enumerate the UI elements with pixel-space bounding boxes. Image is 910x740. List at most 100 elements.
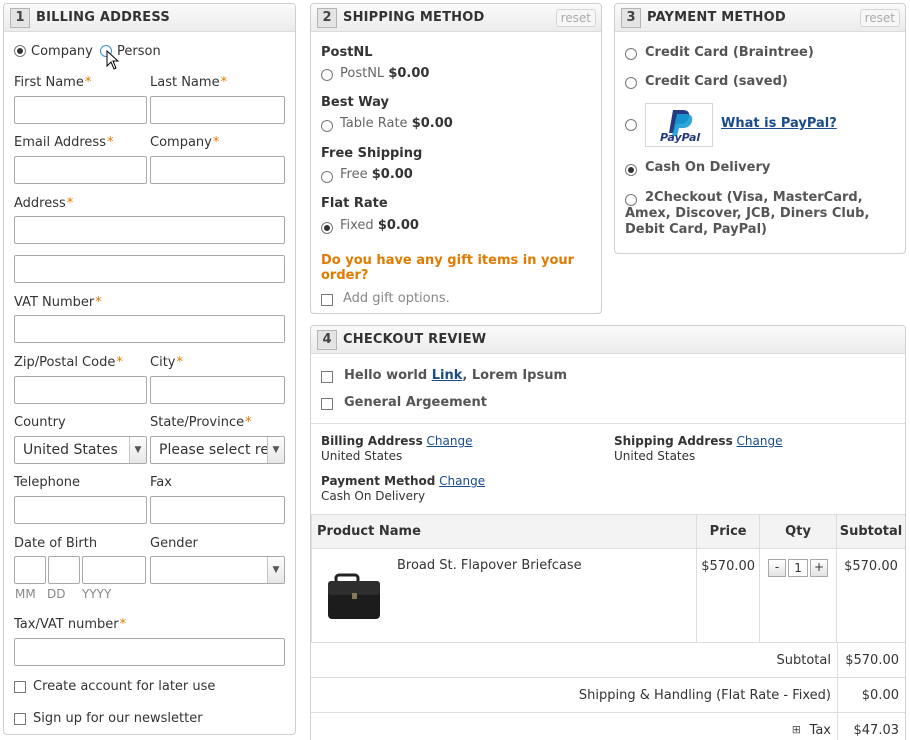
payment-radio-braintree[interactable] xyxy=(625,48,637,60)
first-name-input[interactable] xyxy=(14,96,147,124)
dob-day-input[interactable] xyxy=(48,556,80,584)
shipping-radio-tablerate[interactable] xyxy=(321,120,333,132)
col-qty: Qty xyxy=(759,514,837,549)
shipping-total-row: Shipping & Handling (Flat Rate - Fixed) … xyxy=(311,677,905,712)
dob-year-input[interactable] xyxy=(82,556,146,584)
step-number: 2 xyxy=(317,7,337,28)
country-label: Country xyxy=(14,415,66,430)
payment-summary-value: Cash On Delivery xyxy=(321,489,426,503)
carrier-title: PostNL xyxy=(321,45,373,60)
gender-select[interactable]: ▼ xyxy=(150,556,285,584)
item-price: $570.00 xyxy=(696,548,761,642)
shipping-radio-postnl[interactable] xyxy=(321,69,333,81)
gift-options-checkbox[interactable] xyxy=(321,294,333,306)
shipping-option-free[interactable]: Free $0.00 xyxy=(340,167,413,182)
what-is-paypal-link[interactable]: What is PayPal? xyxy=(721,116,837,131)
newsletter-label[interactable]: Sign up for our newsletter xyxy=(33,711,203,726)
tax-expand-icon[interactable]: ⊞ xyxy=(792,723,801,736)
state-label: State/Province* xyxy=(150,415,252,430)
change-billing-link[interactable]: Change xyxy=(427,434,473,448)
dob-month-input[interactable] xyxy=(14,556,46,584)
vat-number-input[interactable] xyxy=(14,315,285,343)
qty-decrease-button[interactable]: - xyxy=(768,559,787,577)
payment-radio-saved-card[interactable] xyxy=(625,77,637,89)
address-line1-input[interactable] xyxy=(14,216,285,244)
agreement-hello-checkbox[interactable] xyxy=(321,371,333,383)
carrier-title: Free Shipping xyxy=(321,146,423,161)
person-radio-label[interactable]: Person xyxy=(117,44,161,59)
panel-title: PAYMENT METHOD xyxy=(647,10,786,25)
email-label: Email Address* xyxy=(14,135,114,150)
dob-day-hint: DD xyxy=(47,587,66,601)
panel-title: BILLING ADDRESS xyxy=(36,10,170,25)
billing-summary-value: United States xyxy=(321,449,403,463)
subtotal-row: Subtotal $570.00 xyxy=(311,642,905,677)
checkout-review-panel: 4 CHECKOUT REVIEW Hello world Link, Lore… xyxy=(310,325,906,740)
fax-input[interactable] xyxy=(150,496,285,524)
panel-title: CHECKOUT REVIEW xyxy=(343,332,487,347)
subtotal-value: $570.00 xyxy=(845,653,899,668)
payment-option-saved-card[interactable]: Credit Card (saved) xyxy=(645,74,788,89)
col-product-name: Product Name xyxy=(311,514,698,549)
company-radio-label[interactable]: Company xyxy=(31,44,93,59)
item-qty-cell: -1 + xyxy=(759,548,837,642)
change-shipping-link[interactable]: Change xyxy=(737,434,783,448)
agreement-link[interactable]: Link xyxy=(432,368,463,383)
payment-summary: Payment Method Change Cash On Delivery xyxy=(321,474,486,503)
newsletter-checkbox[interactable] xyxy=(14,713,26,725)
carrier-title: Flat Rate xyxy=(321,196,388,211)
payment-option-braintree[interactable]: Credit Card (Braintree) xyxy=(645,45,814,60)
qty-increase-button[interactable]: + xyxy=(810,559,829,577)
shipping-radio-free[interactable] xyxy=(321,171,333,183)
general-agreement-checkbox[interactable] xyxy=(321,398,333,410)
qty-input[interactable]: 1 xyxy=(788,559,809,577)
payment-option-2checkout[interactable]: 2Checkout (Visa, MasterCard, Amex, Disco… xyxy=(625,190,893,238)
gift-options-label[interactable]: Add gift options. xyxy=(343,291,450,306)
state-select[interactable]: Please select re ▼ xyxy=(150,436,285,464)
paypal-logo-text: PayPal xyxy=(660,131,701,144)
zip-input[interactable] xyxy=(14,376,147,404)
payment-option-cod[interactable]: Cash On Delivery xyxy=(645,160,770,175)
city-input[interactable] xyxy=(150,376,285,404)
company-input[interactable] xyxy=(150,156,285,184)
chevron-down-icon: ▼ xyxy=(267,557,284,583)
general-agreement-label[interactable]: General Argeement xyxy=(344,395,487,410)
dob-year-hint: YYYY xyxy=(82,587,112,601)
address-line2-input[interactable] xyxy=(14,255,285,283)
change-payment-link[interactable]: Change xyxy=(439,474,485,488)
item-subtotal: $570.00 xyxy=(835,548,905,642)
payment-method-header: 3 PAYMENT METHOD reset xyxy=(615,4,905,32)
review-table: Product Name Price Qty Subtotal Broad St… xyxy=(311,514,905,642)
payment-radio-paypal[interactable] xyxy=(625,119,637,131)
shipping-summary: Shipping Address Change United States xyxy=(614,434,783,463)
telephone-input[interactable] xyxy=(14,496,147,524)
table-row: Broad St. Flapover Briefcase $570.00 -1 +… xyxy=(311,548,905,642)
shipping-option-flatrate[interactable]: Fixed $0.00 xyxy=(340,218,419,233)
tax-value: $47.03 xyxy=(853,723,900,738)
shipping-total-value: $0.00 xyxy=(861,688,899,703)
country-select[interactable]: United States ▼ xyxy=(14,436,147,464)
telephone-label: Telephone xyxy=(14,475,81,490)
shipping-radio-flatrate[interactable] xyxy=(321,222,333,234)
shipping-option-tablerate[interactable]: Table Rate $0.00 xyxy=(340,116,453,131)
step-number: 3 xyxy=(621,7,641,28)
last-name-input[interactable] xyxy=(150,96,285,124)
shipping-option-postnl[interactable]: PostNL $0.00 xyxy=(340,66,429,81)
create-account-checkbox[interactable] xyxy=(14,681,26,693)
shipping-reset-button[interactable]: reset xyxy=(555,9,596,27)
create-account-label[interactable]: Create account for later use xyxy=(33,679,215,694)
step-number: 4 xyxy=(317,329,337,350)
zip-label: Zip/Postal Code* xyxy=(14,355,123,370)
taxvat-input[interactable] xyxy=(14,638,285,666)
carrier-title: Best Way xyxy=(321,95,389,110)
subtotal-label: Subtotal xyxy=(776,653,831,668)
email-input[interactable] xyxy=(14,156,147,184)
col-price: Price xyxy=(696,514,761,549)
payment-radio-cod[interactable] xyxy=(625,164,637,176)
gift-question: Do you have any gift items in your order… xyxy=(321,253,575,283)
payment-reset-button[interactable]: reset xyxy=(859,9,900,27)
shipping-summary-value: United States xyxy=(614,449,696,463)
company-radio[interactable] xyxy=(14,45,26,57)
tax-label: Tax xyxy=(809,723,831,738)
shipping-method-header: 2 SHIPPING METHOD reset xyxy=(311,4,601,32)
